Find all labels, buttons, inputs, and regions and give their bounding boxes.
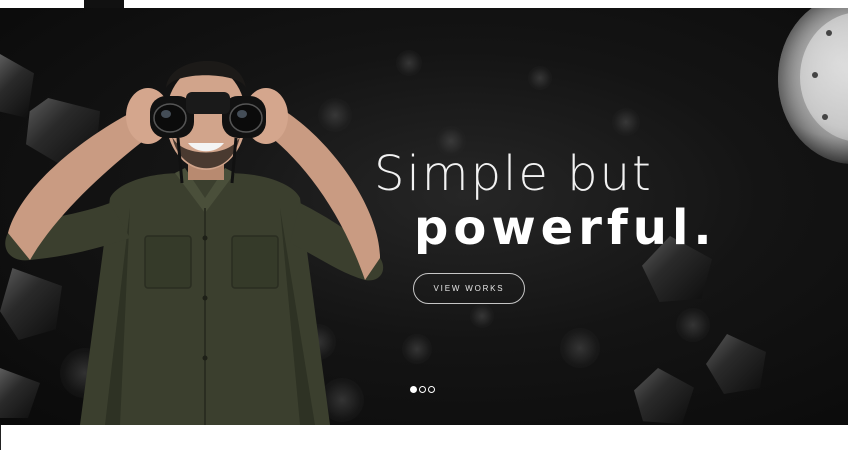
slider-dot-3[interactable]	[428, 386, 435, 393]
page: Simple but powerful. VIEW WORKS	[0, 0, 848, 450]
bokeh-light	[528, 66, 552, 90]
hero-headline-bold: powerful.	[414, 200, 717, 256]
bokeh-light	[612, 108, 640, 136]
bokeh-light	[560, 328, 600, 368]
clock-tick	[826, 30, 832, 36]
hero-headline-light: Simple but	[374, 146, 653, 202]
bokeh-light	[676, 308, 710, 342]
polyhedron-shape	[634, 368, 694, 424]
man-with-binoculars-image	[5, 60, 384, 425]
bokeh-light	[470, 304, 494, 328]
clock-tick	[812, 72, 818, 78]
hero-section: Simple but powerful. VIEW WORKS	[0, 8, 848, 425]
polyhedron-shape	[706, 334, 766, 394]
view-works-label: VIEW WORKS	[433, 284, 505, 293]
slider-dot-1[interactable]	[410, 386, 417, 393]
section-divider	[0, 425, 1, 450]
clock-tick	[822, 114, 828, 120]
slider-pagination	[410, 386, 435, 393]
slider-dot-2[interactable]	[419, 386, 426, 393]
view-works-button[interactable]: VIEW WORKS	[413, 273, 525, 304]
